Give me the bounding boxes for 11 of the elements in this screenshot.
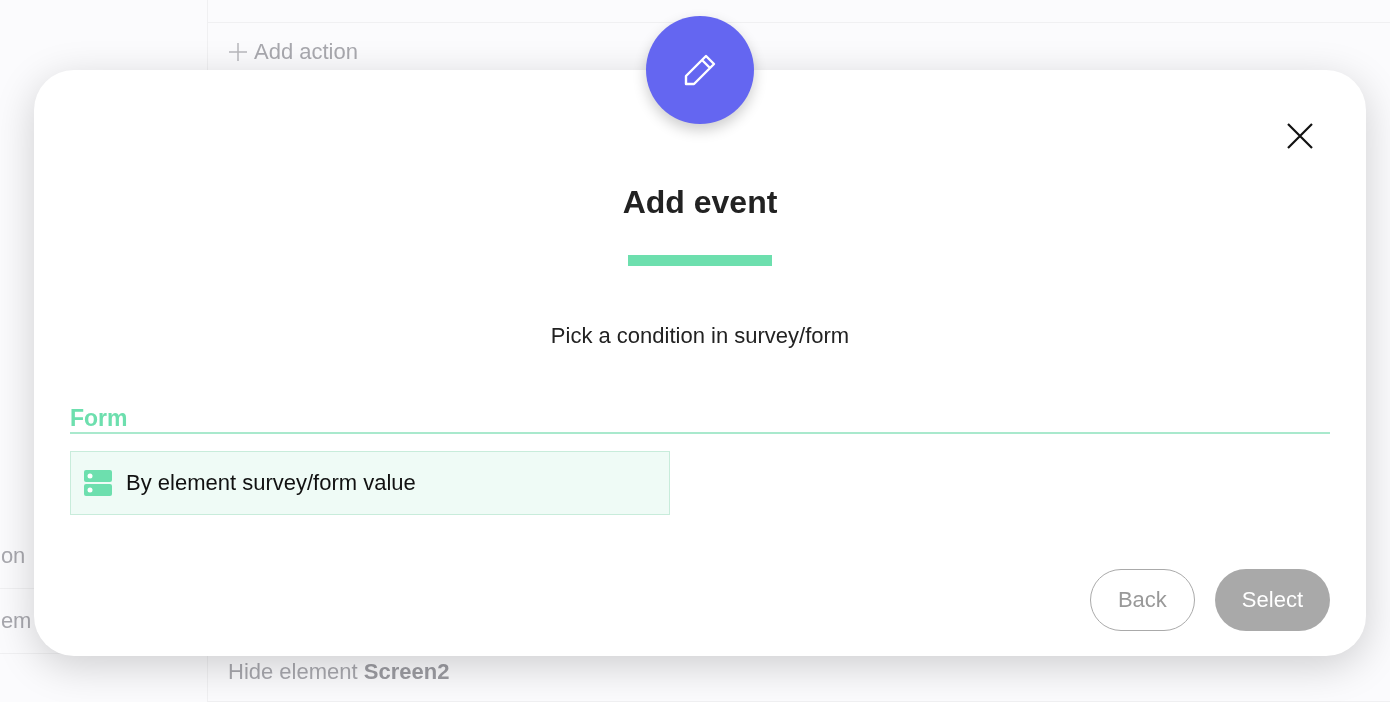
option-label: By element survey/form value: [126, 470, 416, 496]
close-icon[interactable]: [1286, 122, 1314, 150]
back-button[interactable]: Back: [1089, 569, 1195, 631]
section-heading: Form: [70, 405, 1330, 434]
dialog-subtitle: Pick a condition in survey/form: [550, 322, 850, 350]
plus-icon: [228, 42, 248, 62]
server-icon: [84, 469, 112, 497]
action-item: Hide element Screen2: [228, 659, 450, 685]
add-action-link[interactable]: Add action: [254, 39, 358, 65]
dialog-title: Add event: [622, 183, 778, 222]
condition-option[interactable]: By element survey/form value: [70, 451, 670, 515]
